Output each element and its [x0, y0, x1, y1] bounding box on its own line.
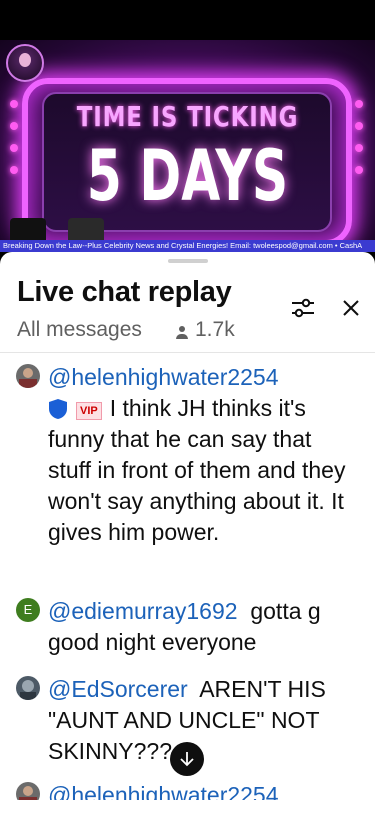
avatar-photo [16, 782, 40, 800]
avatar-photo [16, 364, 40, 388]
news-ticker: Breaking Down the Law--Plus Celebrity Ne… [0, 240, 375, 252]
close-button[interactable] [337, 294, 365, 322]
avatar[interactable] [16, 676, 40, 700]
message-body: @helenhighwater2254 VIP I think JH thinks… [48, 362, 353, 548]
video-player[interactable]: TIME IS TICKING 5 DAYS Breaking Down the… [0, 40, 375, 252]
viewer-count-value: 1.7k [195, 318, 235, 341]
video-countdown: 5 DAYS [86, 135, 289, 217]
drag-handle[interactable] [168, 259, 208, 263]
vip-badge: VIP [76, 402, 102, 420]
neon-dots-left [10, 100, 20, 190]
person-icon [175, 321, 189, 339]
message-author[interactable]: @helenhighwater2254 [48, 364, 279, 390]
message-author[interactable]: @ediemurray1692 [48, 598, 238, 624]
avatar[interactable] [16, 364, 40, 388]
neon-dots-right [355, 100, 365, 190]
avatar[interactable] [16, 782, 40, 800]
message-body: @ediemurray1692 gotta g good night every… [48, 596, 353, 658]
live-chat-panel: Live chat replay All messages 1.7k @hele… [0, 252, 375, 800]
header-divider [0, 352, 375, 353]
message-filter[interactable]: All messages [17, 318, 142, 342]
chat-title: Live chat replay [17, 276, 232, 308]
system-nav-bar [0, 800, 375, 840]
message-body: @helenhighwater2254 [48, 780, 353, 800]
viewer-count: 1.7k [175, 318, 235, 342]
message-author[interactable]: @helenhighwater2254 [48, 782, 279, 800]
sliders-icon [292, 298, 314, 318]
close-icon [343, 300, 359, 316]
status-bar [0, 0, 375, 40]
arrow-down-icon [180, 752, 194, 767]
scroll-to-bottom-button[interactable] [170, 742, 204, 776]
avatar[interactable]: E [16, 598, 40, 622]
video-headline: TIME IS TICKING [76, 100, 299, 133]
shield-icon [49, 399, 67, 419]
message-author[interactable]: @EdSorcerer [48, 676, 188, 702]
filter-button[interactable] [289, 294, 317, 322]
avatar-photo [16, 676, 40, 700]
channel-logo [6, 44, 44, 82]
